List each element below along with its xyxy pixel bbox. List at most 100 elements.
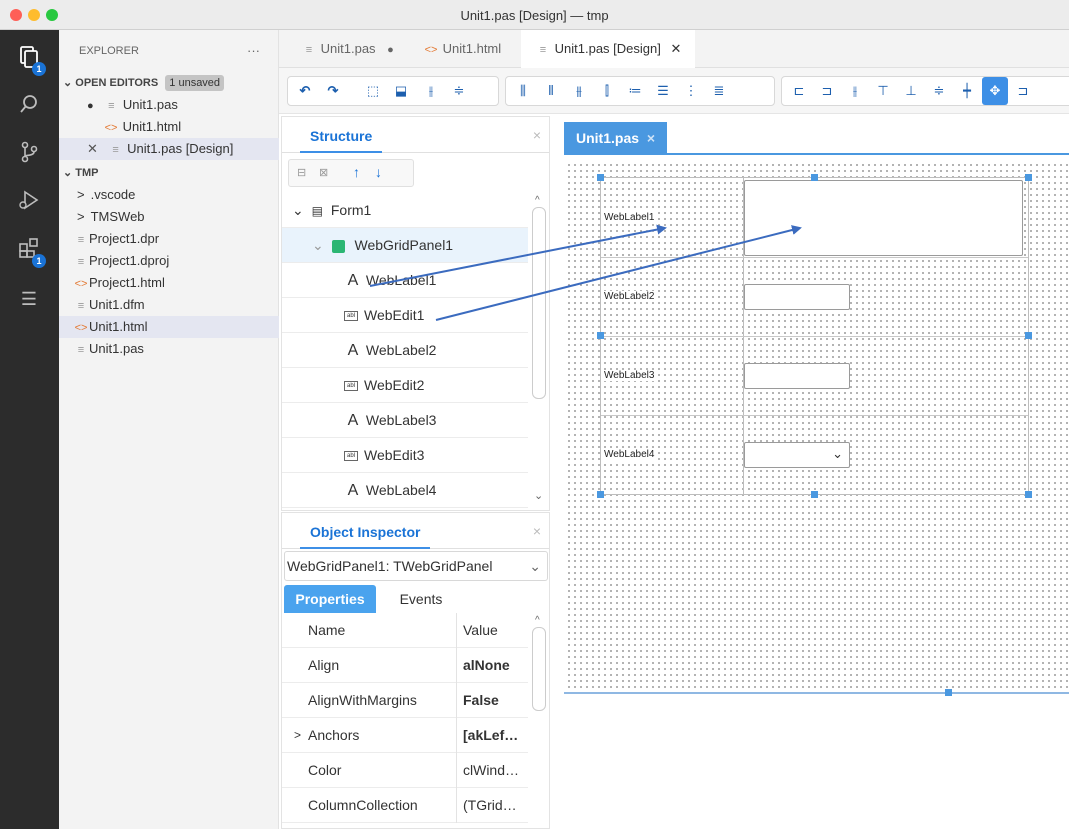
open-editor-item[interactable]: ● ≡ Unit1.pas [59,94,279,116]
webedit2[interactable] [744,284,850,310]
tree-node-weblabel2[interactable]: A WebLabel2 [282,333,528,368]
close-designer-tab-icon[interactable]: × [647,130,655,146]
tab-unit1-html[interactable]: <> Unit1.html [409,30,515,68]
align-right-icon[interactable]: ⊐ [814,77,840,105]
close-inspector-icon[interactable]: × [533,523,541,539]
align-left-icon[interactable]: ⊏ [786,77,812,105]
move-down-icon[interactable]: ↓ [375,164,382,180]
open-editor-item[interactable]: ✕ ≡ Unit1.pas [Design] [59,138,279,160]
property-value[interactable]: False [456,683,528,718]
form-resize-handle[interactable] [945,689,952,696]
file-tree-item[interactable]: <> Project1.html [59,272,279,294]
tab-unit1-pas[interactable]: ≡ Unit1.pas ● [287,30,408,68]
expand-property-icon[interactable]: > [294,718,301,753]
undo-icon[interactable]: ↶ [292,77,318,105]
space-remove-horizontally-icon[interactable]: ⫿ [594,77,620,105]
property-value[interactable]: (TGrid… [456,788,528,823]
scroll-thumb[interactable] [532,207,546,399]
property-row[interactable]: Color clWind… [282,753,528,788]
remove-item-icon[interactable]: ⊠ [319,166,328,179]
align-to-grid-icon[interactable]: ┿ [954,77,980,105]
weblabel2[interactable]: WebLabel2 [603,291,656,302]
tree-node-form1[interactable]: ⌄ ▤ Form1 [282,193,528,228]
unsaved-dot-icon[interactable]: ● [387,44,394,56]
add-child-icon[interactable]: ⊟ [297,166,306,179]
tab-events[interactable]: Events [386,585,456,613]
files-icon[interactable]: 1 [14,44,46,76]
structure-scrollbar[interactable]: ^ ⌄ [531,193,549,511]
bring-to-front-icon[interactable]: ⬚ [360,77,386,105]
selection-handle-middle-left[interactable] [597,332,604,339]
property-row[interactable]: > Anchors [akLef… [282,718,528,753]
align-bottom-icon[interactable]: ⊥ [898,77,924,105]
inspector-scrollbar[interactable]: ^ [531,613,549,829]
property-row[interactable]: Align alNone [282,648,528,683]
source-control-icon[interactable] [14,140,44,170]
file-tree-item[interactable]: ≡ Project1.dpr [59,228,279,250]
weblabel3[interactable]: WebLabel3 [603,370,656,381]
component-selector[interactable]: WebGridPanel1: TWebGridPanel ⌄ [284,551,548,581]
object-inspector-tab[interactable]: Object Inspector [300,519,431,549]
space-remove-vertically-icon[interactable]: ≣ [706,77,732,105]
space-decrease-horizontally-icon[interactable]: ⫵ [566,77,592,105]
selection-handle-bottom-center[interactable] [811,491,818,498]
tree-node-webedit2[interactable]: abl WebEdit2 [282,368,528,403]
more-tools-icon[interactable]: ⊐ [1010,77,1036,105]
space-equal-horizontally-icon[interactable]: ⫼ [510,77,536,105]
property-row[interactable]: ColumnCollection (TGrid… [282,788,528,823]
file-tree-item[interactable]: <> Unit1.html [59,316,279,338]
property-value[interactable]: alNone [456,648,528,683]
tree-node-weblabel3[interactable]: A WebLabel3 [282,403,528,438]
tree-node-weblabel1[interactable]: A WebLabel1 [282,263,528,298]
space-increase-vertically-icon[interactable]: ☰ [650,77,676,105]
more-actions-button[interactable]: ··· [247,40,271,62]
space-equal-vertically-icon[interactable]: ≔ [622,77,648,105]
align-center-icon[interactable]: ⫲ [842,77,868,105]
tab-properties[interactable]: Properties [284,585,376,613]
align-middle-icon[interactable]: ≑ [926,77,952,105]
selection-handle-middle-right[interactable] [1025,332,1032,339]
move-mode-icon[interactable]: ✥ [982,77,1008,105]
webcombobox1[interactable]: ⌄ [744,442,850,468]
file-tree-item[interactable]: > .vscode [59,184,279,206]
weblabel1[interactable]: WebLabel1 [603,212,656,223]
unsaved-dot-icon[interactable]: ● [87,100,94,112]
center-vertically-icon[interactable]: ≑ [446,77,472,105]
scroll-thumb[interactable] [532,627,546,711]
scroll-up-icon[interactable]: ^ [535,615,540,626]
extensions-icon[interactable]: 1 [14,236,46,268]
webedit1[interactable] [744,180,1023,256]
property-row[interactable]: AlignWithMargins False [282,683,528,718]
space-decrease-vertically-icon[interactable]: ⋮ [678,77,704,105]
selection-handle-top-right[interactable] [1025,174,1032,181]
selection-handle-bottom-left[interactable] [597,491,604,498]
designer-tab[interactable]: Unit1.pas × [564,122,668,154]
file-tree-item[interactable]: ≡ Unit1.dfm [59,294,279,316]
weblabel4[interactable]: WebLabel4 [603,449,656,460]
space-increase-horizontally-icon[interactable]: ⫴ [538,77,564,105]
tree-node-weblabel4[interactable]: A WebLabel4 [282,473,528,508]
close-editor-icon[interactable]: ✕ [87,141,98,156]
selection-handle-top-center[interactable] [811,174,818,181]
selection-handle-top-left[interactable] [597,174,604,181]
tree-node-webedit1[interactable]: abl WebEdit1 [282,298,528,333]
property-value[interactable]: clWind… [456,753,528,788]
list-icon[interactable]: ☰ [14,284,44,314]
open-editors-header[interactable]: ⌄ OPEN EDITORS 1 unsaved [63,72,283,94]
structure-tab[interactable]: Structure [300,123,383,153]
selection-handle-bottom-right[interactable] [1025,491,1032,498]
file-tree-item[interactable]: ≡ Project1.dproj [59,250,279,272]
center-horizontally-icon[interactable]: ⫲ [418,77,444,105]
file-tree-item[interactable]: ≡ Unit1.pas [59,338,279,360]
close-tab-icon[interactable]: ✕ [670,41,681,56]
open-editor-item[interactable]: <> Unit1.html [59,116,279,138]
tab-unit1-pas-design[interactable]: ≡ Unit1.pas [Design] ✕ [521,30,696,68]
webedit3[interactable] [744,363,850,389]
scroll-down-icon[interactable]: ⌄ [534,489,543,502]
project-folder-header[interactable]: ⌄ TMP [63,162,283,184]
redo-icon[interactable]: ↷ [320,77,346,105]
align-top-icon[interactable]: ⊤ [870,77,896,105]
tree-node-webgridpanel1[interactable]: ⌄ WebGridPanel1 [282,228,528,263]
webgridpanel1[interactable]: WebLabel1 WebLabel2 WebLabel3 WebLabel4 … [600,177,1029,495]
run-debug-icon[interactable] [14,188,44,218]
